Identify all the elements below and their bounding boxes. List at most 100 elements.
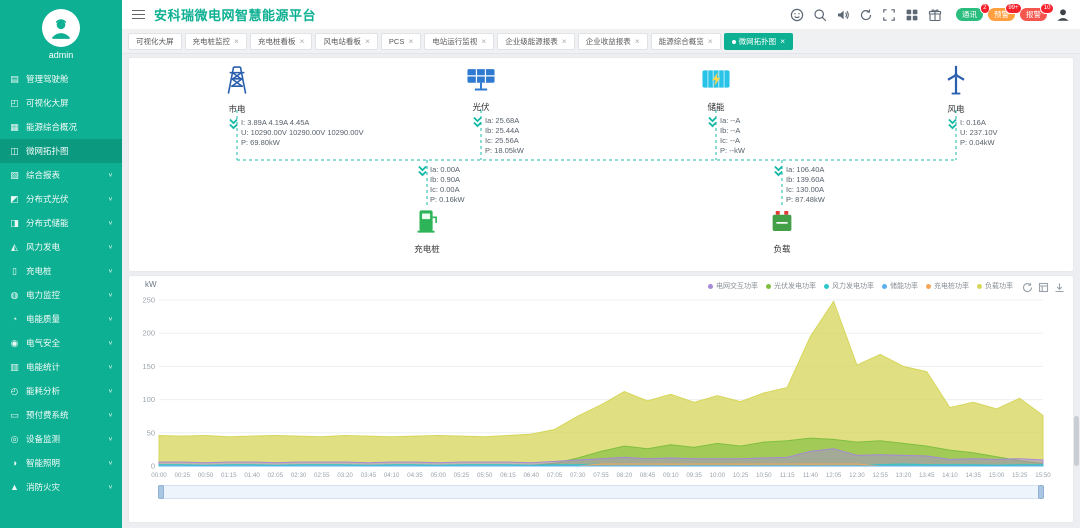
sidebar-item[interactable]: ◩ 分布式光伏 ∨ — [0, 187, 122, 211]
page-scrollbar[interactable] — [1074, 416, 1079, 466]
node-load[interactable]: 负载 — [737, 206, 827, 255]
smiley-icon[interactable] — [790, 8, 804, 22]
node-wind[interactable]: 风电 — [911, 64, 1001, 115]
sidebar-item[interactable]: ◎ 设备监测 ∨ — [0, 427, 122, 451]
sidebar-item[interactable]: ▭ 预付费系统 ∨ — [0, 403, 122, 427]
tab[interactable]: 企业收益报表 × — [578, 33, 648, 51]
svg-text:05:50: 05:50 — [477, 472, 493, 479]
sidebar-item[interactable]: ◭ 风力发电 ∨ — [0, 235, 122, 259]
legend-item[interactable]: 储能功率 — [882, 281, 918, 291]
legend-item[interactable]: 光伏发电功率 — [766, 281, 816, 291]
storage-measurements: Ia: --AIb: --AIc: --AP: --kW — [708, 116, 745, 156]
chart-legend: 电网交互功率 光伏发电功率 风力发电功率 储能功率 充电桩功率 — [708, 281, 1013, 291]
hamburger-menu-icon[interactable] — [132, 10, 145, 20]
tab-label: 企业收益报表 — [586, 38, 631, 46]
fullscreen-icon[interactable] — [882, 8, 896, 22]
legend-item[interactable]: 负载功率 — [977, 281, 1013, 291]
menu-item-icon: ▦ — [9, 122, 20, 133]
svg-text:10:50: 10:50 — [756, 472, 772, 479]
alarm-badge[interactable]: 通讯 2 — [956, 8, 983, 22]
datazoom-slider[interactable] — [159, 485, 1043, 499]
volume-icon[interactable] — [836, 8, 850, 22]
chevron-down-icon: ∨ — [108, 436, 113, 442]
sidebar-item[interactable]: ◨ 分布式储能 ∨ — [0, 211, 122, 235]
search-icon[interactable] — [813, 8, 827, 22]
sidebar-item[interactable]: ▤ 管理驾驶舱 ∨ — [0, 67, 122, 91]
close-icon[interactable]: × — [365, 37, 370, 46]
sidebar-item[interactable]: ◍ 电力监控 ∨ — [0, 283, 122, 307]
chevron-down-icon: ∨ — [108, 412, 113, 418]
close-icon[interactable]: × — [234, 37, 239, 46]
user-avatar-icon[interactable] — [1056, 8, 1070, 22]
header: 安科瑞微电网智慧能源平台 通讯 2 预警 99+ — [122, 0, 1080, 30]
chevron-down-icon: ∨ — [108, 340, 113, 346]
sidebar-item[interactable]: ◫ 微网拓扑图 ∨ — [0, 139, 122, 163]
load-measurements: Ia: 106.40AIb: 139.60AIc: 130.00AP: 87.4… — [774, 165, 825, 205]
legend-item[interactable]: 风力发电功率 — [824, 281, 874, 291]
datazoom-left-handle[interactable] — [158, 485, 164, 499]
apps-grid-icon[interactable] — [905, 8, 919, 22]
svg-text:15:00: 15:00 — [989, 472, 1005, 479]
tab-label: 能源综合概览 — [659, 38, 704, 46]
restore-icon[interactable] — [1022, 280, 1033, 291]
tab[interactable]: 能源综合概览 × — [651, 33, 721, 51]
tab[interactable]: 可视化大屏 × — [128, 33, 182, 50]
y-axis-unit: kW — [145, 280, 157, 289]
tab[interactable]: 充电桩看板 × — [250, 33, 312, 51]
sidebar-item[interactable]: ▲ 消防火灾 ∨ — [0, 475, 122, 499]
measurement-value: P: 87.48kW — [786, 195, 825, 205]
tab[interactable]: 企业级能源报表 × — [497, 33, 574, 51]
tab[interactable]: 微网拓扑图 × — [724, 33, 793, 51]
close-icon[interactable]: × — [780, 37, 785, 46]
topology-panel: 市电 光伏 储能 — [129, 58, 1073, 271]
avatar[interactable] — [42, 9, 80, 47]
legend-item[interactable]: 充电桩功率 — [926, 281, 969, 291]
tab[interactable]: 充电桩监控 × — [185, 33, 247, 51]
sidebar-item[interactable]: ▯ 充电桩 ∨ — [0, 259, 122, 283]
svg-text:0: 0 — [151, 462, 155, 471]
close-icon[interactable]: × — [562, 37, 567, 46]
node-grid[interactable]: 市电 — [192, 64, 282, 115]
sidebar-item[interactable]: ▧ 综合报表 ∨ — [0, 163, 122, 187]
chevron-down-icon: ∨ — [108, 484, 113, 490]
tab[interactable]: 电站运行监视 × — [424, 33, 494, 51]
sidebar-item[interactable]: ◴ 能耗分析 ∨ — [0, 379, 122, 403]
chevron-down-icon: ∨ — [108, 292, 113, 298]
datazoom-right-handle[interactable] — [1038, 485, 1044, 499]
sidebar-item[interactable]: ◰ 可视化大屏 ∨ — [0, 91, 122, 115]
alarm-badge[interactable]: 预警 99+ — [988, 8, 1015, 22]
tab[interactable]: 风电站看板 × — [315, 33, 377, 51]
measurement-value: Ib: 139.60A — [786, 175, 825, 185]
close-icon[interactable]: × — [408, 37, 413, 46]
menu-item-icon: ▲ — [9, 482, 20, 492]
node-label: 储能 — [671, 101, 761, 113]
legend-item[interactable]: 电网交互功率 — [708, 281, 758, 291]
close-icon[interactable]: × — [635, 37, 640, 46]
tab[interactable]: PCS × — [381, 33, 421, 51]
legend-dot — [708, 284, 713, 289]
menu-item-label: 充电桩 — [26, 265, 52, 277]
node-charger[interactable]: 充电桩 — [382, 206, 472, 255]
node-label: 光伏 — [436, 101, 526, 113]
alarm-badge[interactable]: 报警 10 — [1020, 8, 1047, 22]
sidebar-item[interactable]: ◑ 智能照明 ∨ — [0, 451, 122, 475]
close-icon[interactable]: × — [708, 37, 713, 46]
sidebar-item[interactable]: ▥ 电能统计 ∨ — [0, 355, 122, 379]
node-pv[interactable]: 光伏 — [436, 64, 526, 113]
dataview-icon[interactable] — [1038, 280, 1049, 291]
app-window: admin ▤ 管理驾驶舱 ∨ ◰ 可视化大屏 ∨ ▦ 能源综合概况 ∨ ◫ 微… — [0, 0, 1080, 528]
gift-icon[interactable] — [928, 8, 942, 22]
transmission-tower-icon — [222, 64, 252, 96]
sidebar-item[interactable]: ◔ 电能质量 ∨ — [0, 307, 122, 331]
svg-text:14:35: 14:35 — [965, 472, 981, 479]
sidebar-item[interactable]: ◉ 电气安全 ∨ — [0, 331, 122, 355]
badge-label: 通讯 — [962, 10, 977, 19]
page-title: 安科瑞微电网智慧能源平台 — [154, 5, 316, 24]
sidebar-item[interactable]: ▦ 能源综合概况 ∨ — [0, 115, 122, 139]
download-icon[interactable] — [1054, 280, 1065, 291]
refresh-icon[interactable] — [859, 8, 873, 22]
svg-text:08:45: 08:45 — [640, 472, 656, 479]
close-icon[interactable]: × — [299, 37, 304, 46]
node-storage[interactable]: 储能 — [671, 64, 761, 113]
close-icon[interactable]: × — [481, 37, 486, 46]
